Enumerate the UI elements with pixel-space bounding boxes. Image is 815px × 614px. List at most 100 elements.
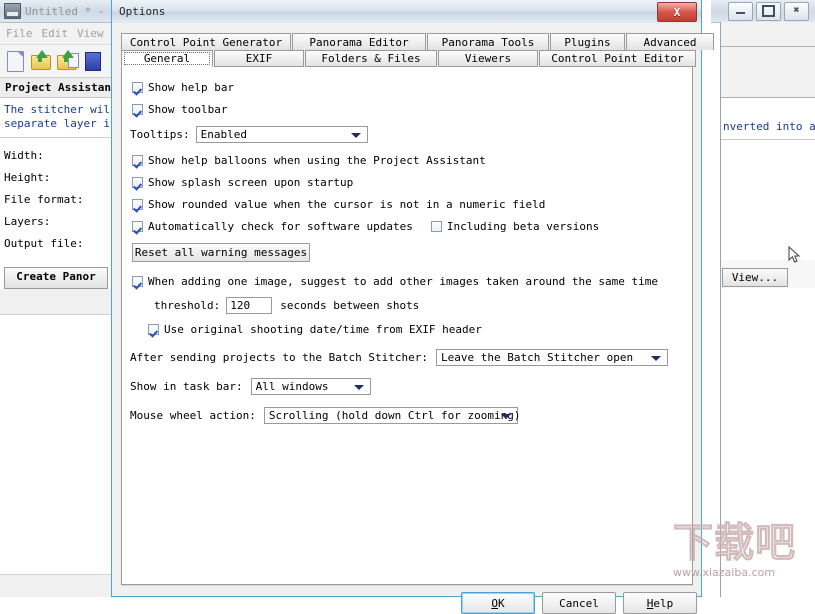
right-window-blank-area (721, 140, 815, 260)
option-label: Show rounded value when the cursor is no… (148, 198, 546, 211)
chevron-down-icon (651, 356, 662, 361)
ok-button[interactable]: OK (461, 592, 535, 614)
save-icon[interactable] (83, 50, 103, 72)
field-width-label: Width: (4, 149, 44, 162)
option-label: Show help balloons when using the Projec… (148, 154, 486, 167)
tab-label: Control Point Generator (129, 35, 283, 49)
cancel-button[interactable]: Cancel (542, 592, 616, 614)
tab-label: Panorama Tools (441, 35, 535, 49)
checkbox-including-beta-versions[interactable] (430, 221, 442, 232)
tab-control-point-generator[interactable]: Control Point Generator (121, 33, 291, 50)
chevron-down-icon (500, 414, 511, 419)
field-height-label: Height: (4, 171, 51, 184)
checkbox-auto-update[interactable] (132, 221, 143, 232)
batch-stitcher-value: Leave the Batch Stitcher open (441, 351, 634, 364)
camera-icon (4, 3, 21, 19)
open-folder-icon[interactable] (31, 50, 51, 72)
tab-viewers[interactable]: Viewers (438, 50, 538, 67)
option-auto-update-row: Automatically check for software updates… (132, 220, 692, 233)
tooltips-label: Tooltips: (130, 128, 190, 141)
option-suggest-images[interactable]: When adding one image, suggest to add ot… (132, 275, 692, 288)
mouse-wheel-setting: Mouse wheel action: Scrolling (hold down… (130, 407, 692, 424)
background-window-title: Untitled * - P (25, 4, 113, 18)
threshold-input[interactable]: 120 (226, 297, 273, 314)
background-window-statusbar (0, 574, 111, 597)
batch-stitcher-setting: After sending projects to the Batch Stit… (130, 349, 692, 366)
close-icon[interactable]: ✖ (784, 1, 809, 21)
tab-general[interactable]: General (121, 50, 213, 67)
right-background-window: ✖ nverted into a View... (711, 0, 815, 597)
right-window-body: nverted into a View... (720, 22, 815, 597)
option-label: Show toolbar (148, 103, 228, 116)
tab-panorama-tools[interactable]: Panorama Tools (427, 33, 549, 50)
menu-view[interactable]: View (77, 27, 104, 40)
task-bar-dropdown[interactable]: All windows (250, 378, 371, 395)
mouse-wheel-value: Scrolling (hold down Ctrl for zooming) (268, 409, 521, 422)
task-bar-label: Show in task bar: (130, 380, 243, 393)
option-show-help-bar[interactable]: Show help bar (132, 81, 692, 94)
checkbox-show-rounded-value[interactable] (132, 199, 143, 210)
ok-suffix: K (498, 596, 505, 610)
background-menubar[interactable]: File Edit View (0, 23, 112, 45)
tab-exif[interactable]: EXIF (214, 50, 304, 67)
menu-edit[interactable]: Edit (42, 27, 69, 40)
batch-stitcher-dropdown[interactable]: Leave the Batch Stitcher open (436, 349, 669, 366)
reset-warnings-button[interactable]: Reset all warning messages (132, 243, 310, 262)
option-label-beta: Including beta versions (446, 220, 600, 233)
right-window-titlebar: ✖ (711, 0, 815, 23)
assistant-description-line-2: separate layer i (4, 117, 110, 130)
checkbox-show-help-bar[interactable] (132, 82, 143, 93)
dialog-close-icon[interactable]: X (657, 2, 697, 22)
create-panorama-button[interactable]: Create Panor (4, 267, 108, 289)
menu-file[interactable]: File (6, 27, 33, 40)
checkbox-suggest-images[interactable] (132, 276, 143, 287)
right-window-text: nverted into a (721, 116, 815, 140)
option-show-rounded-value[interactable]: Show rounded value when the cursor is no… (132, 198, 692, 211)
help-suffix: elp (653, 596, 674, 610)
dialog-title: Options (119, 5, 166, 18)
tab-advanced[interactable]: Advanced (626, 33, 714, 50)
chevron-down-icon (353, 385, 364, 390)
mouse-wheel-dropdown[interactable]: Scrolling (hold down Ctrl for zooming) (263, 407, 521, 424)
mouse-wheel-label: Mouse wheel action: (130, 409, 256, 422)
option-show-help-balloons[interactable]: Show help balloons when using the Projec… (132, 154, 692, 167)
checkbox-use-exif-datetime[interactable] (148, 324, 159, 335)
option-label: Automatically check for software updates (148, 220, 413, 233)
background-toolbar (0, 45, 112, 78)
dialog-titlebar: Options X (112, 0, 701, 24)
tab-folders-and-files[interactable]: Folders & Files (305, 50, 437, 67)
tab-label: Viewers (464, 52, 512, 65)
right-window-rest (721, 288, 815, 597)
panorama-info-fields: Width: Height: File format: Layers: Outp… (0, 138, 112, 261)
option-use-exif-datetime[interactable]: Use original shooting date/time from EXI… (148, 323, 692, 336)
minimize-icon[interactable] (728, 1, 753, 21)
help-button[interactable]: Help (623, 592, 697, 614)
tab-panorama-editor[interactable]: Panorama Editor (292, 33, 426, 50)
option-show-splash-screen[interactable]: Show splash screen upon startup (132, 176, 692, 189)
mouse-cursor-icon (788, 246, 801, 263)
new-document-icon[interactable] (5, 50, 25, 72)
tooltips-dropdown[interactable]: Enabled (195, 126, 368, 143)
tab-control-point-editor[interactable]: Control Point Editor (539, 50, 696, 67)
task-bar-value: All windows (255, 380, 329, 393)
view-button[interactable]: View... (722, 268, 788, 287)
ok-underline: O (491, 596, 498, 610)
option-label: Use original shooting date/time from EXI… (164, 323, 482, 336)
chevron-down-icon (350, 133, 361, 138)
open-document-icon[interactable] (57, 50, 79, 72)
field-layers-label: Layers: (4, 215, 51, 228)
checkbox-show-toolbar[interactable] (132, 104, 143, 115)
assistant-description-line-1: The stitcher wil (4, 103, 110, 116)
checkbox-show-help-balloons[interactable] (132, 155, 143, 166)
tab-plugins[interactable]: Plugins (550, 33, 625, 50)
help-underline: H (646, 596, 654, 610)
dialog-footer: OK Cancel Help (112, 586, 701, 614)
dialog-inner: Control Point Generator Panorama Editor … (112, 23, 714, 614)
checkbox-show-splash-screen[interactable] (132, 177, 143, 188)
task-bar-setting: Show in task bar: All windows (130, 378, 692, 395)
options-dialog: Options X Control Point Generator Panora… (111, 0, 714, 614)
field-file-format-label: File format: (4, 193, 84, 206)
option-show-toolbar[interactable]: Show toolbar (132, 103, 692, 116)
background-window-lower-panel (0, 314, 111, 597)
maximize-icon[interactable] (756, 1, 781, 21)
